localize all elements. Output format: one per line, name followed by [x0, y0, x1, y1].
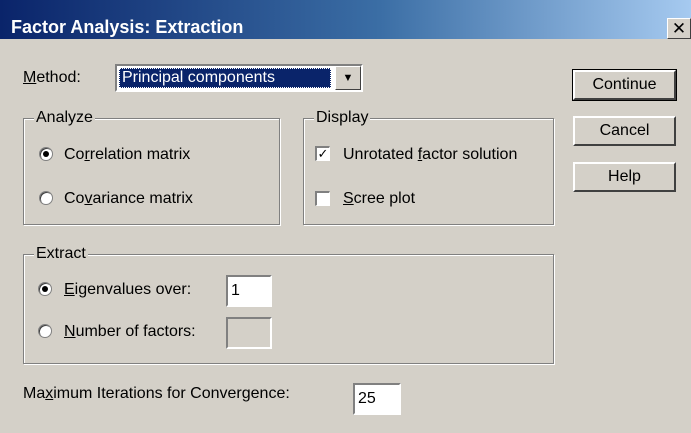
covariance-matrix-label[interactable]: Covariance matrix: [64, 190, 193, 208]
display-group: Display: [303, 109, 554, 225]
max-iterations-input[interactable]: 25: [353, 383, 401, 415]
correlation-matrix-label[interactable]: Correlation matrix: [64, 146, 190, 164]
method-selected-value: Principal components: [119, 68, 331, 88]
close-icon: ✕: [671, 18, 687, 38]
continue-button[interactable]: Continue: [572, 69, 677, 101]
analyze-group: Analyze: [23, 109, 280, 225]
extract-legend: Extract: [34, 245, 88, 263]
correlation-matrix-radio[interactable]: [39, 147, 53, 161]
analyze-legend: Analyze: [34, 109, 95, 127]
scree-plot-label[interactable]: Scree plot: [343, 190, 415, 208]
number-of-factors-label[interactable]: Number of factors:: [64, 323, 196, 341]
method-label: Method:: [23, 69, 81, 86]
window-title: Factor Analysis: Extraction: [11, 17, 244, 37]
display-legend: Display: [314, 109, 371, 127]
unrotated-solution-label[interactable]: Unrotated factor solution: [343, 146, 517, 164]
dropdown-arrow-button[interactable]: ▼: [335, 66, 361, 90]
extract-group: Extract: [23, 245, 554, 364]
eigenvalues-radio[interactable]: [38, 282, 52, 296]
scree-plot-checkbox[interactable]: [315, 191, 330, 206]
number-of-factors-radio[interactable]: [38, 324, 52, 338]
unrotated-solution-checkbox[interactable]: ✓: [315, 146, 330, 161]
title-bar: Factor Analysis: Extraction ✕: [0, 0, 691, 39]
covariance-matrix-radio[interactable]: [39, 191, 53, 205]
close-button[interactable]: ✕: [667, 18, 691, 39]
chevron-down-icon: ▼: [342, 72, 354, 84]
help-button[interactable]: Help: [573, 162, 676, 192]
cancel-button[interactable]: Cancel: [573, 116, 676, 146]
max-iterations-label: Maximum Iterations for Convergence:: [23, 385, 290, 402]
method-dropdown[interactable]: Principal components ▼: [115, 64, 363, 92]
number-of-factors-input[interactable]: [226, 317, 272, 349]
eigenvalues-label[interactable]: Eigenvalues over:: [64, 281, 191, 299]
eigenvalues-input[interactable]: 1: [226, 275, 272, 307]
